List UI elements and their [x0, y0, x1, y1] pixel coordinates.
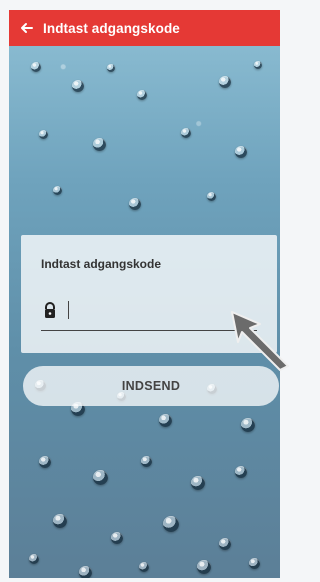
water-drop: [93, 470, 108, 485]
water-drop: [139, 562, 149, 572]
water-drop: [249, 558, 260, 569]
water-drop: [72, 80, 84, 92]
water-drop: [79, 566, 92, 578]
water-drop: [39, 456, 51, 468]
water-drop: [111, 532, 123, 544]
water-drop: [29, 554, 39, 564]
water-drop: [53, 514, 67, 528]
password-input[interactable]: [41, 330, 257, 331]
water-drop: [191, 476, 205, 490]
water-drop: [93, 138, 106, 151]
water-drop: [254, 61, 262, 69]
text-caret: [68, 301, 69, 319]
water-drop: [163, 516, 179, 532]
app-bar: Indtast adgangskode: [9, 10, 280, 46]
water-drop: [107, 64, 115, 72]
water-drop: [39, 130, 48, 139]
password-label: Indtast adgangskode: [41, 257, 162, 271]
water-drop: [129, 198, 141, 210]
water-drop: [207, 192, 216, 201]
app-screen: Indtast adgangskode Indtast adgangskode …: [9, 10, 280, 578]
water-drop: [137, 90, 147, 100]
water-drop: [241, 418, 255, 432]
water-drop: [219, 538, 231, 550]
water-drop: [53, 186, 62, 195]
page-title: Indtast adgangskode: [43, 20, 180, 36]
water-drop: [181, 128, 191, 138]
arrow-left-icon[interactable]: [19, 21, 33, 35]
submit-button[interactable]: INDSEND: [23, 366, 279, 406]
water-drop: [31, 62, 41, 72]
water-drop: [235, 146, 247, 158]
lock-icon: [43, 301, 57, 319]
water-drop: [219, 76, 231, 88]
water-drop: [159, 414, 172, 427]
water-drop: [141, 456, 152, 467]
password-card: Indtast adgangskode: [21, 235, 277, 353]
water-drop: [235, 466, 247, 478]
submit-button-label: INDSEND: [121, 379, 181, 393]
water-drop: [197, 560, 211, 574]
